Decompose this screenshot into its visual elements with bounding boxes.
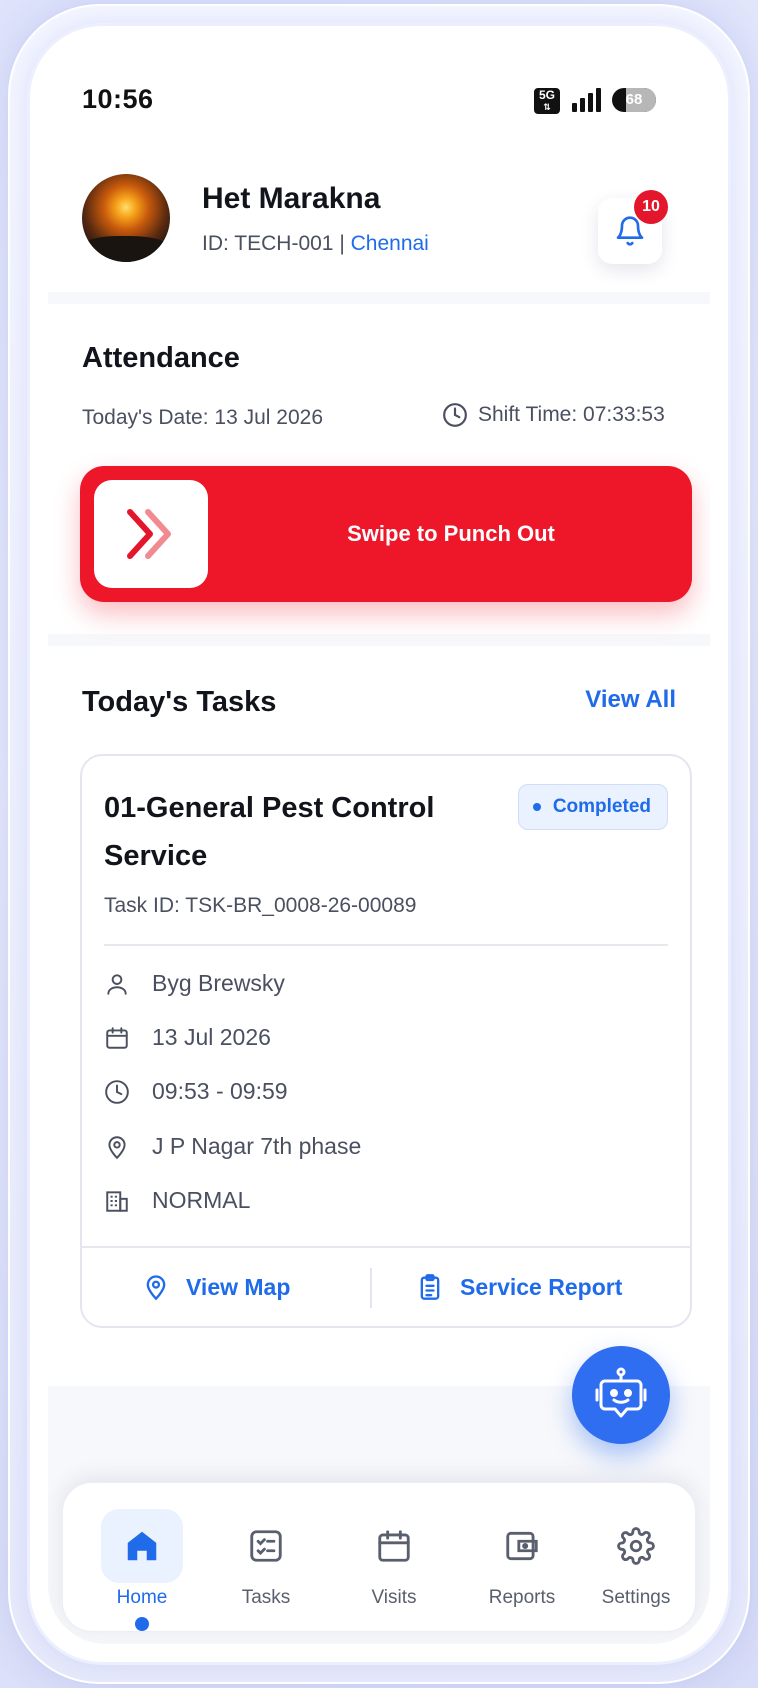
status-label: Completed [552, 796, 651, 817]
calendar-icon [378, 1530, 410, 1562]
nav-home-icon-wrap [101, 1509, 183, 1583]
clipboard-icon [420, 1274, 440, 1300]
phone-bezel: 10:56 5G ⇅ 68 Het Marakna ID: TECH-001 | … [30, 26, 728, 1662]
task-card[interactable]: 01-General Pest Control Service Complete… [80, 754, 692, 1328]
service-report-button[interactable]: Service Report [416, 1248, 622, 1326]
swipe-to-punch-out[interactable]: Swipe to Punch Out [80, 466, 692, 602]
task-card-actions: View Map Service Report [82, 1246, 690, 1326]
gear-icon [617, 1527, 655, 1565]
user-meta: ID: TECH-001 | Chennai [202, 232, 429, 256]
battery-level: 68 [625, 91, 643, 108]
shift-time: Shift Time: 07:33:53 [442, 402, 665, 428]
todays-tasks-section: Today's Tasks View All 01-General Pest C… [48, 646, 710, 1386]
avatar[interactable] [82, 174, 170, 262]
profile-header: Het Marakna ID: TECH-001 | Chennai 10 [48, 132, 710, 292]
nav-reports-label: Reports [488, 1587, 556, 1608]
priority-row: NORMAL [104, 1187, 250, 1214]
nav-reports-icon-wrap [481, 1509, 563, 1583]
customer-row: Byg Brewsky [104, 970, 285, 997]
home-icon [127, 1531, 157, 1561]
task-priority: NORMAL [152, 1187, 251, 1213]
nav-tasks[interactable]: Tasks [211, 1503, 321, 1623]
location-row: J P Nagar 7th phase [104, 1133, 361, 1160]
service-report-label: Service Report [460, 1273, 623, 1300]
tasks-title: Today's Tasks [82, 686, 277, 718]
building-icon [106, 1190, 128, 1212]
calendar-icon [106, 1026, 128, 1049]
battery-icon: 68 [612, 88, 656, 112]
nav-reports[interactable]: Reports [467, 1503, 577, 1623]
task-name: 01-General Pest Control Service [104, 792, 435, 872]
clock-icon [443, 403, 467, 427]
nav-visits[interactable]: Visits [339, 1503, 449, 1623]
network-5g-icon: 5G ⇅ [534, 88, 560, 114]
swipe-handle[interactable] [94, 480, 208, 588]
bottom-navigation: Home Tasks Visits Reports Settings [62, 1482, 696, 1632]
user-city: Chennai [350, 232, 429, 255]
attendance-card: Attendance Today's Date: 13 Jul 2026 Shi… [48, 304, 710, 634]
view-map-button[interactable]: View Map [142, 1248, 290, 1326]
view-all-link[interactable]: View All [585, 686, 676, 714]
clock-icon [105, 1079, 129, 1104]
nav-tasks-label: Tasks [241, 1587, 291, 1608]
nav-settings-icon-wrap [595, 1509, 677, 1583]
todays-date: Today's Date: 13 Jul 2026 [82, 406, 323, 429]
divider [104, 944, 668, 946]
nav-settings-label: Settings [601, 1587, 671, 1608]
view-map-label: View Map [186, 1273, 291, 1300]
attendance-title: Attendance [82, 342, 240, 374]
network-label: 5G [538, 88, 555, 102]
shift-time-text: Shift Time: 07:33:53 [478, 403, 665, 426]
footer-divider [370, 1268, 372, 1308]
task-time: 09:53 - 09:59 [152, 1078, 288, 1104]
status-time: 10:56 [82, 84, 154, 114]
chatbot-button[interactable] [572, 1346, 670, 1444]
swipe-label: Swipe to Punch Out [347, 521, 555, 546]
time-row: 09:53 - 09:59 [104, 1078, 288, 1105]
nav-home-label: Home [116, 1587, 168, 1608]
person-icon [107, 973, 127, 995]
wallet-icon [506, 1531, 538, 1561]
location-pin-icon [146, 1275, 166, 1301]
customer-name: Byg Brewsky [152, 970, 285, 996]
task-location: J P Nagar 7th phase [152, 1133, 362, 1159]
phone-frame: 10:56 5G ⇅ 68 Het Marakna ID: TECH-001 | … [8, 4, 750, 1684]
user-id: ID: TECH-001 | [202, 232, 351, 255]
notification-badge: 10 [634, 190, 668, 224]
robot-icon [595, 1367, 647, 1418]
nav-home[interactable]: Home [87, 1503, 197, 1631]
nav-settings[interactable]: Settings [581, 1503, 691, 1623]
task-date: 13 Jul 2026 [152, 1024, 271, 1050]
signal-icon [572, 88, 602, 112]
checklist-icon [250, 1530, 282, 1562]
task-id: Task ID: TSK-BR_0008-26-00089 [104, 894, 417, 917]
nav-tasks-icon-wrap [225, 1509, 307, 1583]
double-chevron-right-icon [127, 509, 171, 559]
app-screen: 10:56 5G ⇅ 68 Het Marakna ID: TECH-001 | … [48, 44, 710, 1644]
status-bar: 10:56 5G ⇅ 68 [48, 44, 710, 132]
location-pin-icon [108, 1135, 126, 1159]
status-badge: Completed [517, 784, 668, 830]
status-dot-icon [532, 803, 541, 811]
user-name: Het Marakna [202, 182, 381, 215]
active-indicator [135, 1617, 149, 1631]
nav-visits-label: Visits [371, 1587, 417, 1608]
date-row: 13 Jul 2026 [104, 1024, 271, 1051]
nav-visits-icon-wrap [353, 1509, 435, 1583]
